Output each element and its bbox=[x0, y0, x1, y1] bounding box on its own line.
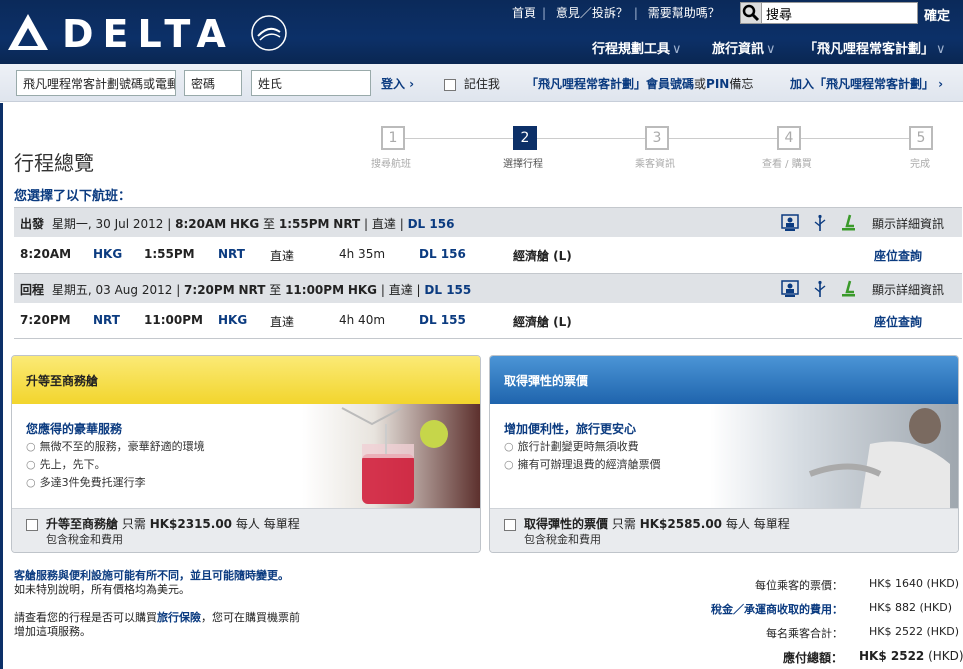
promo-option: 取得彈性的票價 只需 HK$2585.00 每人 每單程 包含稅金和費用 bbox=[490, 508, 958, 552]
step-4-label: 查看 / 購買 bbox=[762, 159, 812, 170]
password-field[interactable]: 密碼 bbox=[184, 70, 242, 96]
login-bar: 飛凡哩程常客計劃號碼或電郵 密碼 姓氏 登入 › 記住我 「飛凡哩程常客計劃」會… bbox=[0, 64, 963, 102]
step-5: 5 bbox=[909, 126, 933, 150]
help-link[interactable]: 需要幫助嗎？ bbox=[648, 6, 720, 20]
personal-tv-icon bbox=[781, 214, 799, 231]
delta-widget-logo-icon[interactable] bbox=[8, 14, 48, 50]
flights-section: 出發 星期一, 30 Jul 2012 | 8:20AM HKG 至 1:55P… bbox=[14, 207, 962, 339]
seat-icon bbox=[842, 280, 855, 297]
notice-text: 客艙服務與便利設施可能有所不同，並且可能隨時變更。 如未特別說明，所有價格均為美… bbox=[14, 569, 300, 638]
usb-power-icon bbox=[814, 214, 826, 231]
upgrade-business-promo: 升等至商務艙 您應得的豪華服務 ○ 無微不至的服務，豪華舒適的環境 ○ 先上，先下。… bbox=[11, 355, 481, 553]
chevron-down-icon: ∨ bbox=[672, 42, 682, 57]
show-details-link[interactable]: 顯示詳細資訊 bbox=[872, 281, 944, 298]
outbound-segment-row: 8:20AM HKG 1:55PM NRT 直達 4h 35m DL 156 經… bbox=[14, 238, 962, 272]
promo-option: 升等至商務艙 只需 HK$2315.00 每人 每單程 包含稅金和費用 bbox=[12, 508, 480, 552]
flight-number: DL 156 bbox=[407, 217, 455, 231]
outbound-header: 出發 星期一, 30 Jul 2012 | 8:20AM HKG 至 1:55P… bbox=[14, 207, 962, 237]
skyteam-logo-icon bbox=[251, 15, 287, 51]
step-3: 3 bbox=[645, 126, 669, 150]
account-field[interactable]: 飛凡哩程常客計劃號碼或電郵 bbox=[16, 70, 176, 96]
nav-skymiles[interactable]: 「飛凡哩程常客計劃」 ∨ bbox=[804, 38, 946, 57]
remember-me[interactable]: 記住我 bbox=[444, 75, 500, 92]
step-2: 2 bbox=[513, 126, 537, 150]
flex-fare-checkbox[interactable] bbox=[504, 519, 516, 531]
chevron-down-icon: ∨ bbox=[936, 42, 946, 57]
show-details-link[interactable]: 顯示詳細資訊 bbox=[872, 215, 944, 232]
home-link[interactable]: 首頁 bbox=[512, 6, 536, 20]
search-input[interactable] bbox=[764, 3, 916, 23]
top-links: 首頁 | 意見／投訴？ | 需要幫助嗎？ bbox=[512, 6, 720, 20]
promo-benefits: ○ 旅行計劃變更時無須收費 ○ 擁有可辦理退費的經濟艙票價 bbox=[504, 440, 661, 471]
promo-header: 取得彈性的票價 bbox=[490, 356, 958, 404]
upgrade-checkbox[interactable] bbox=[26, 519, 38, 531]
step-3-label: 乘客資訊 bbox=[635, 159, 675, 170]
cocktail-image bbox=[302, 404, 480, 510]
flight-number: DL 155 bbox=[424, 283, 472, 297]
usb-power-icon bbox=[814, 280, 826, 297]
nav-trip-planner[interactable]: 行程規劃工具 ∨ bbox=[592, 38, 682, 57]
return-segment-row: 7:20PM NRT 11:00PM HKG 直達 4h 40m DL 155 … bbox=[14, 304, 962, 338]
join-link[interactable]: 加入「飛凡哩程常客計劃」 › bbox=[790, 75, 943, 92]
seat-map-link[interactable]: 座位查詢 bbox=[874, 247, 922, 264]
remember-label: 記住我 bbox=[463, 77, 500, 91]
feedback-link[interactable]: 意見／投訴？ bbox=[556, 6, 628, 20]
selected-flights-title: 您選擇了以下航班： bbox=[14, 189, 132, 204]
flexible-fare-promo: 取得彈性的票價 增加便利性，旅行更安心 ○ 旅行計劃變更時無須收費 ○ 擁有可辦理退… bbox=[489, 355, 959, 553]
step-1: 1 bbox=[381, 126, 405, 150]
surname-field[interactable]: 姓氏 bbox=[251, 70, 371, 96]
seat-map-link[interactable]: 座位查詢 bbox=[874, 313, 922, 330]
step-1-label: 搜尋航班 bbox=[371, 159, 411, 170]
login-button[interactable]: 登入 › bbox=[381, 75, 414, 92]
return-header: 回程 星期五, 03 Aug 2012 | 7:20PM NRT 至 11:00… bbox=[14, 273, 962, 303]
cabin-image bbox=[710, 404, 958, 510]
search-icon[interactable] bbox=[740, 2, 762, 24]
personal-tv-icon bbox=[781, 280, 799, 297]
brand-logo[interactable]: DELTA bbox=[62, 12, 235, 56]
search-ok-button[interactable]: 確定 bbox=[924, 5, 950, 24]
chevron-down-icon: ∨ bbox=[766, 42, 776, 57]
site-header: DELTA 首頁| 意見／投訴？| 需要幫助嗎？ 確定 行程規劃工具∨ 旅行資訊… bbox=[0, 0, 963, 64]
promo-header: 升等至商務艙 bbox=[12, 356, 480, 404]
seat-icon bbox=[842, 214, 855, 231]
page-title: 行程總覽 bbox=[14, 151, 94, 175]
promo-benefits: ○ 無微不至的服務，豪華舒適的環境 ○ 先上，先下。 ○ 多達3件免費托運行李 bbox=[26, 440, 205, 489]
remember-checkbox[interactable] bbox=[444, 78, 456, 91]
direction-label: 回程 bbox=[20, 283, 45, 297]
direction-label: 出發 bbox=[20, 217, 45, 231]
step-4: 4 bbox=[777, 126, 801, 150]
step-5-label: 完成 bbox=[910, 159, 930, 170]
travel-insurance-link[interactable]: 旅行保險 bbox=[157, 611, 201, 624]
divider bbox=[14, 338, 962, 339]
main-content: 行程總覽 1 搜尋航班 2 選擇行程 3 乘客資訊 4 查看 / 購買 5 完成… bbox=[0, 103, 963, 669]
nav-travel-info[interactable]: 旅行資訊 ∨ bbox=[712, 38, 776, 57]
forgot-link[interactable]: 「飛凡哩程常客計劃」會員號碼或PIN備忘 bbox=[526, 75, 753, 92]
step-2-label: 選擇行程 bbox=[503, 159, 543, 170]
